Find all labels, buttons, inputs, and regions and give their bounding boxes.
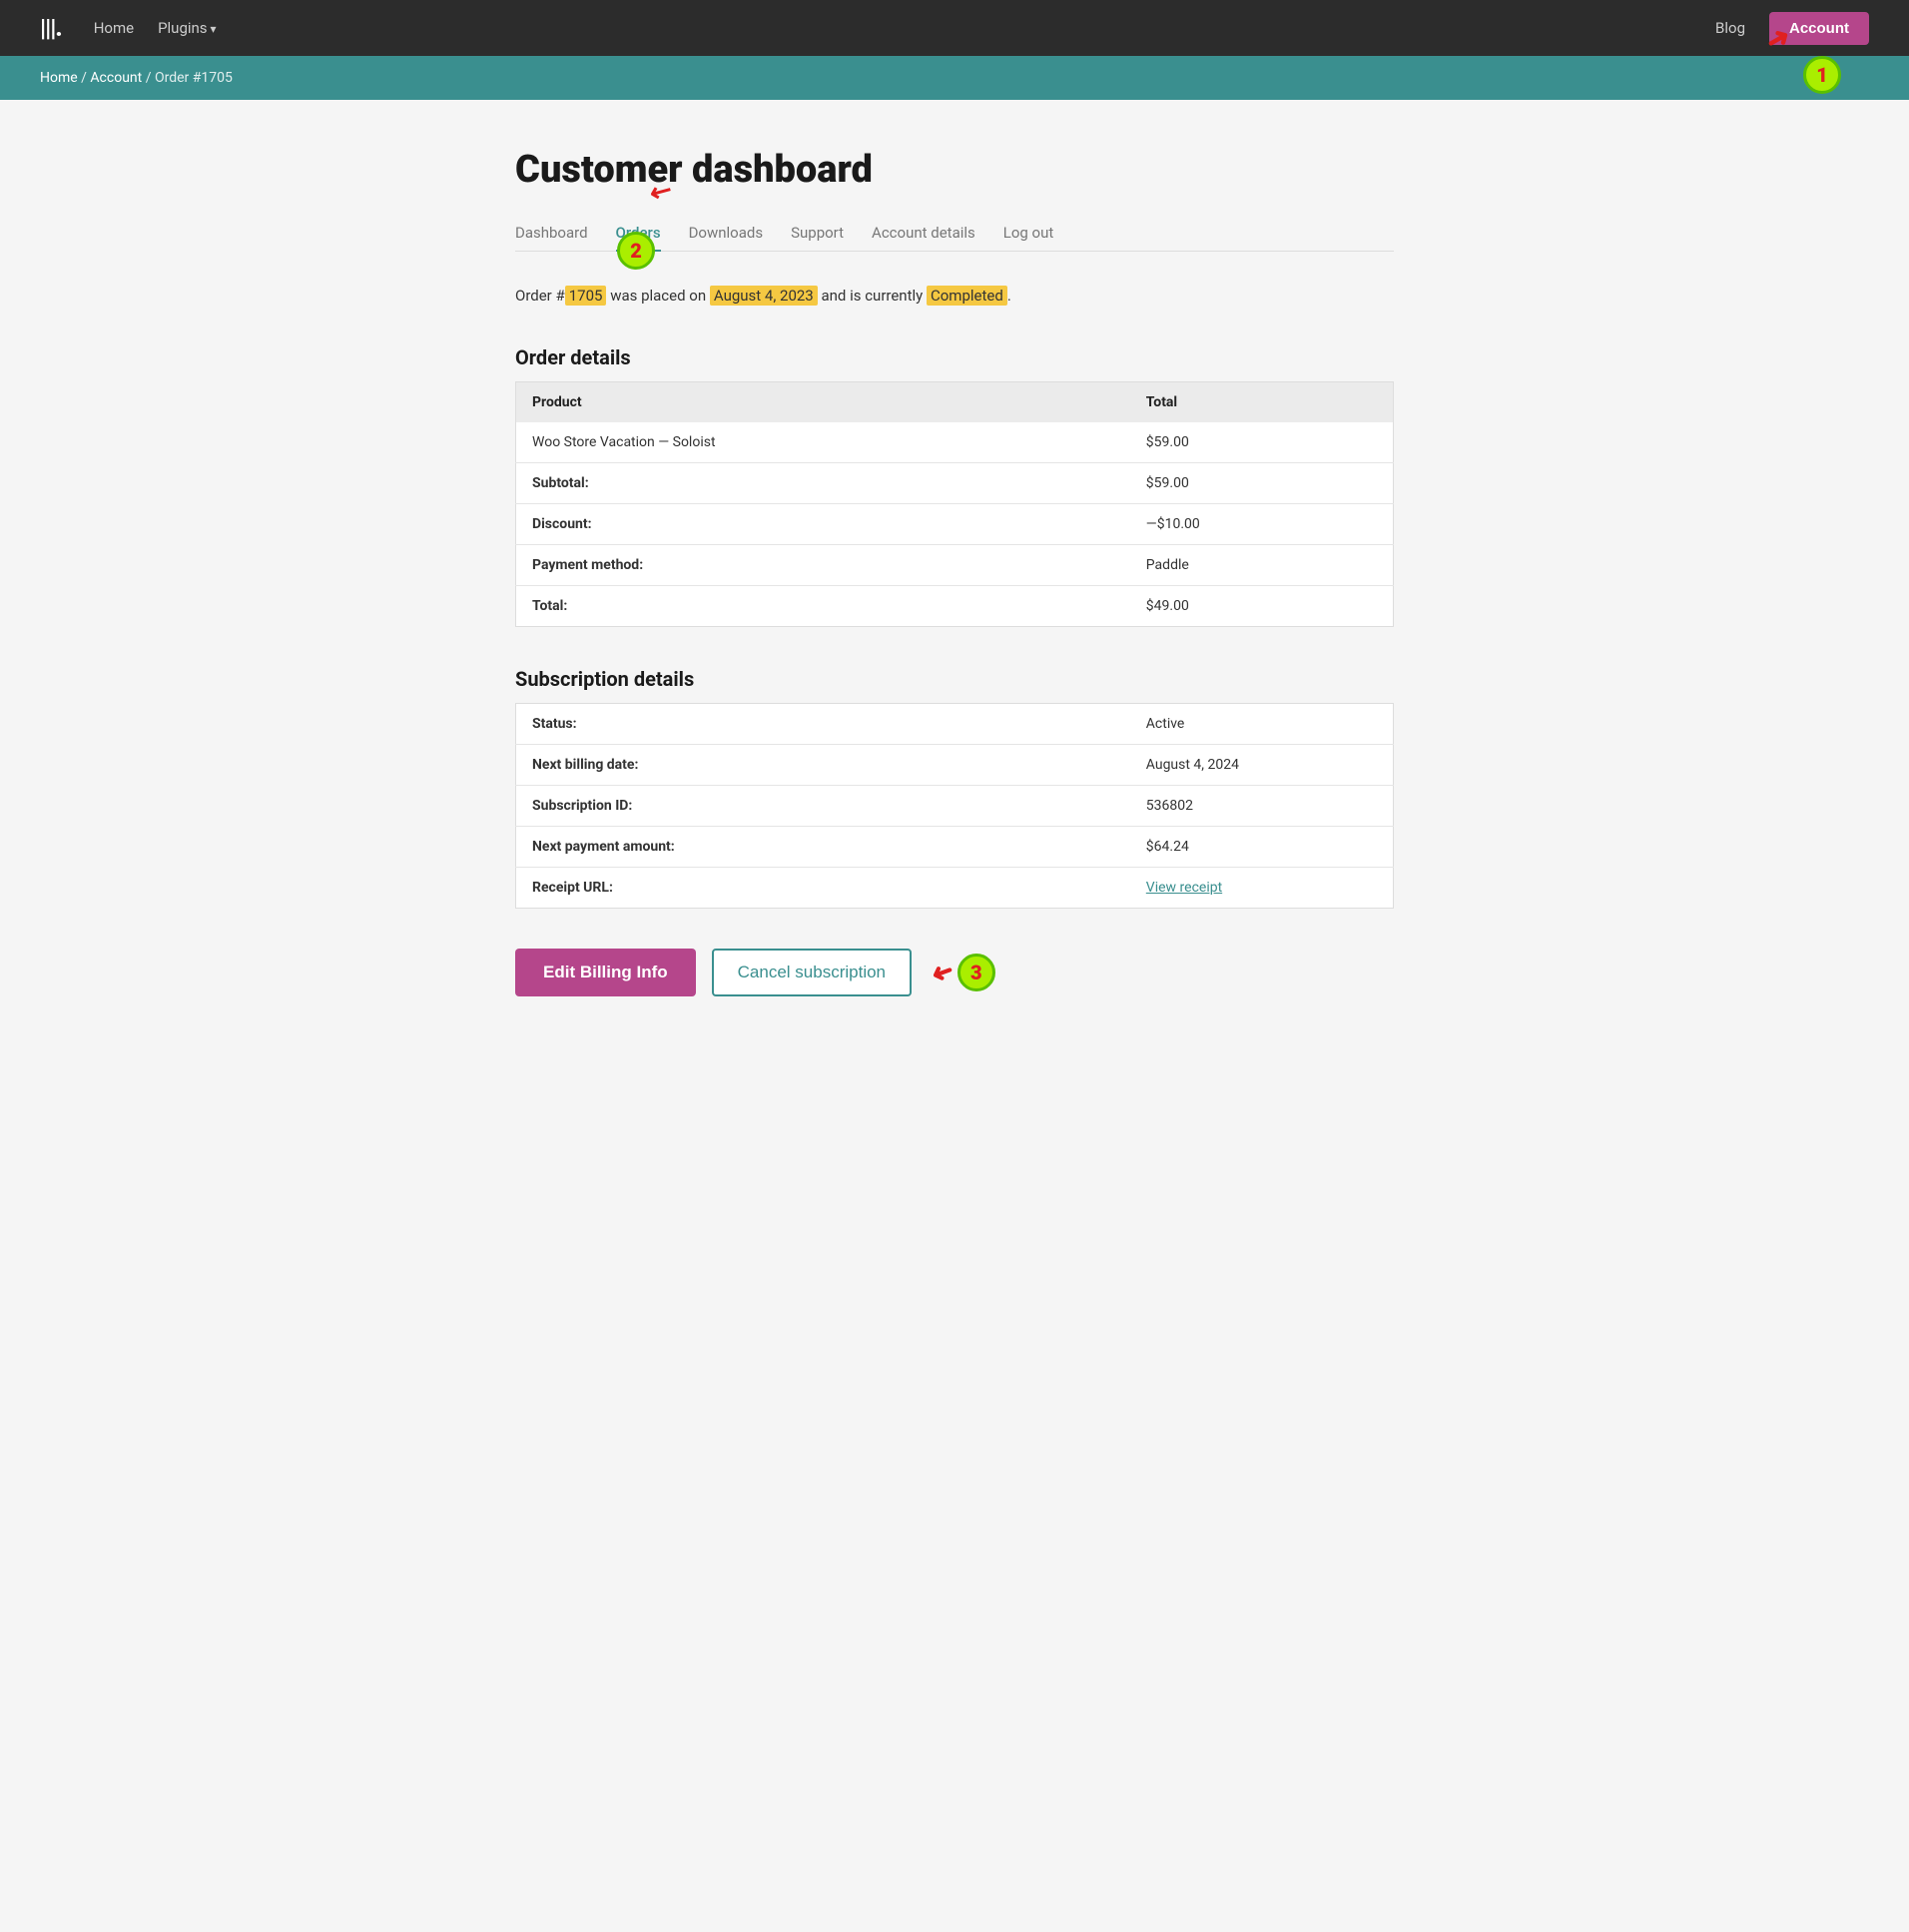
next-billing-value: August 4, 2024 (1130, 744, 1394, 785)
table-row: Next billing date: August 4, 2024 (516, 744, 1394, 785)
tabs-wrapper: ↙ Dashboard Orders Downloads Support Acc… (515, 224, 1394, 252)
breadcrumb-order: Order #1705 (155, 70, 233, 86)
total-value: $49.00 (1130, 585, 1394, 626)
table-row: Payment method: Paddle (516, 544, 1394, 585)
payment-method-value: Paddle (1130, 544, 1394, 585)
order-date: August 4, 2023 (710, 286, 818, 306)
table-row: Discount: —$10.00 (516, 503, 1394, 544)
annotation-badge-2: 2 (617, 232, 655, 270)
tab-downloads[interactable]: Downloads (689, 224, 764, 252)
annotation-badge-1: 1 (1803, 56, 1841, 94)
breadcrumb-bar: Home / Account / Order #1705 (0, 56, 1909, 100)
annotation-badge-3: 3 (957, 954, 995, 991)
subtotal-value: $59.00 (1130, 462, 1394, 503)
table-row: Subscription ID: 536802 (516, 785, 1394, 826)
order-summary-text: Order #1705 was placed on August 4, 2023… (515, 284, 1394, 310)
col-header-product: Product (516, 381, 1130, 422)
product-total: $59.00 (1130, 422, 1394, 463)
table-row: Next payment amount: $64.24 (516, 826, 1394, 867)
nav-left: |||. Home Plugins (40, 14, 217, 42)
table-row: Woo Store Vacation — Soloist $59.00 (516, 422, 1394, 463)
tab-account-details[interactable]: Account details (872, 224, 975, 252)
edit-billing-button[interactable]: Edit Billing Info (515, 949, 696, 996)
table-row: Total: $49.00 (516, 585, 1394, 626)
receipt-url-label: Receipt URL: (516, 867, 1130, 908)
nav-plugins[interactable]: Plugins (158, 19, 216, 37)
subscription-id-label: Subscription ID: (516, 785, 1130, 826)
subscription-details-title: Subscription details (515, 667, 1394, 691)
tab-dashboard[interactable]: Dashboard (515, 224, 588, 252)
order-period: . (1007, 287, 1011, 305)
tab-logout[interactable]: Log out (1003, 224, 1054, 252)
view-receipt-link[interactable]: View receipt (1146, 880, 1222, 896)
order-status: Completed (927, 286, 1007, 306)
status-label: Status: (516, 703, 1130, 744)
order-number: 1705 (565, 286, 607, 306)
nav-home[interactable]: Home (94, 19, 134, 37)
main-content: Customer dashboard ↙ Dashboard Orders Do… (475, 100, 1434, 1076)
next-payment-value: $64.24 (1130, 826, 1394, 867)
order-details-table: Product Total Woo Store Vacation — Soloi… (515, 381, 1394, 627)
table-row: Receipt URL: View receipt (516, 867, 1394, 908)
order-mid: was placed on (610, 287, 706, 305)
order-details-title: Order details (515, 345, 1394, 369)
payment-method-label: Payment method: (516, 544, 1130, 585)
subscription-id-value: 536802 (1130, 785, 1394, 826)
breadcrumb-account[interactable]: Account (90, 70, 142, 86)
annotation-arrow-3: ➜ (928, 955, 958, 990)
action-buttons: Edit Billing Info Cancel subscription ➜ … (515, 949, 1394, 996)
subscription-details-table: Status: Active Next billing date: August… (515, 703, 1394, 909)
col-header-total: Total (1130, 381, 1394, 422)
annotation-arrow-2-container: ↙ (650, 174, 672, 207)
page-title: Customer dashboard (515, 148, 1394, 192)
breadcrumb-home[interactable]: Home (40, 70, 78, 86)
nav-links: Home Plugins (94, 19, 217, 37)
subtotal-label: Subtotal: (516, 462, 1130, 503)
logo[interactable]: |||. (40, 14, 62, 42)
annotation-3-container: ➜ 3 (928, 954, 995, 991)
nav-right: Blog Account ➜ 1 (1715, 12, 1869, 45)
table-row: Status: Active (516, 703, 1394, 744)
next-billing-label: Next billing date: (516, 744, 1130, 785)
logo-text: |||. (40, 14, 62, 42)
tab-support[interactable]: Support (791, 224, 844, 252)
discount-label: Discount: (516, 503, 1130, 544)
order-prefix: Order # (515, 287, 565, 305)
top-navigation: |||. Home Plugins Blog Account ➜ 1 (0, 0, 1909, 56)
table-row: Subtotal: $59.00 (516, 462, 1394, 503)
breadcrumb-sep-2: / (146, 70, 155, 86)
status-value: Active (1130, 703, 1394, 744)
order-suffix-text: and is currently (821, 287, 923, 305)
discount-value: —$10.00 (1130, 503, 1394, 544)
receipt-url-value: View receipt (1130, 867, 1394, 908)
nav-blog-link[interactable]: Blog (1715, 19, 1745, 37)
product-name: Woo Store Vacation — Soloist (516, 422, 1130, 463)
cancel-subscription-button[interactable]: Cancel subscription (712, 949, 912, 996)
total-label: Total: (516, 585, 1130, 626)
next-payment-label: Next payment amount: (516, 826, 1130, 867)
